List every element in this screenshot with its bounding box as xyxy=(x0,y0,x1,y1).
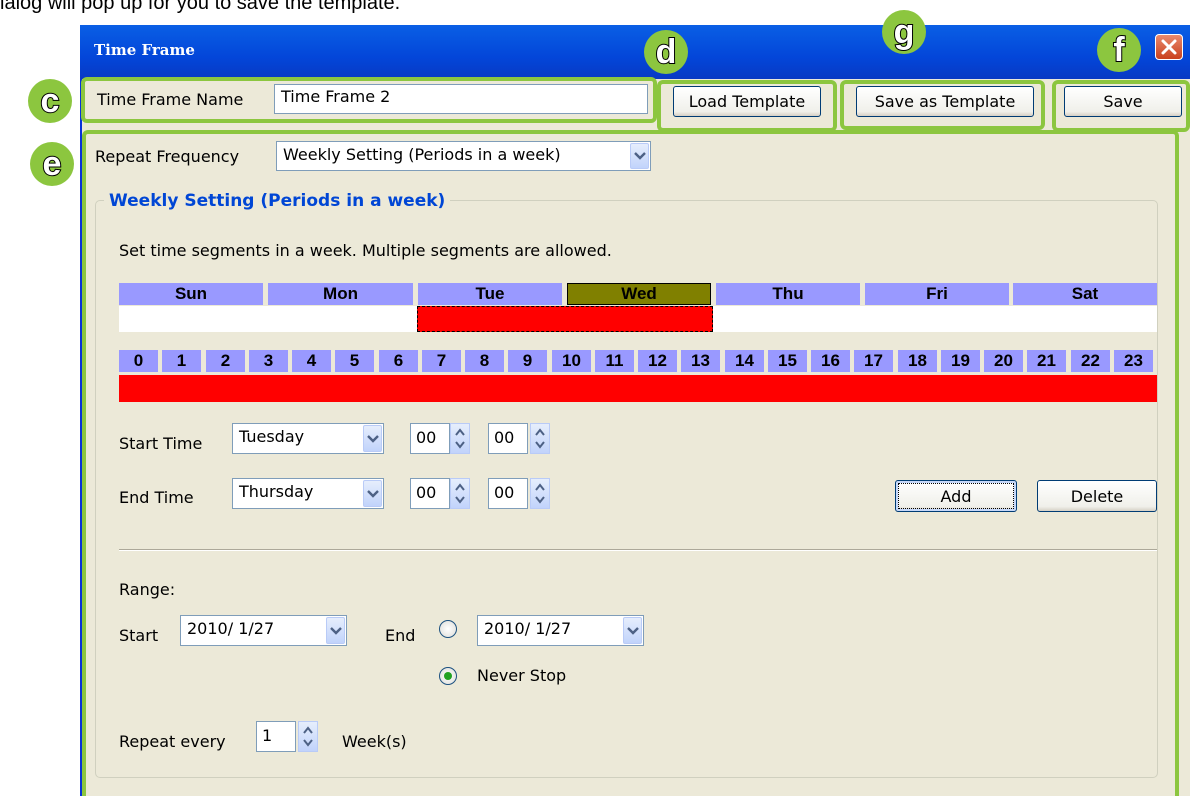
day-header-tue: Tue xyxy=(418,283,562,305)
day-header-sat: Sat xyxy=(1013,283,1157,305)
hour-header-16: 16 xyxy=(811,350,850,372)
range-start-label: Start xyxy=(119,626,159,645)
range-end-date-value: 2010/ 1/27 xyxy=(484,619,572,638)
time-frame-name-label: Time Frame Name xyxy=(97,90,244,109)
end-day-select[interactable]: Thursday xyxy=(232,478,384,509)
day-header-fri: Fri xyxy=(865,283,1009,305)
selected-time-segment[interactable] xyxy=(417,306,713,332)
range-end-date-radio[interactable] xyxy=(439,620,457,638)
end-day-value: Thursday xyxy=(239,482,314,501)
end-minute-spinner[interactable] xyxy=(530,478,550,509)
hour-header-3: 3 xyxy=(249,350,288,372)
close-button[interactable] xyxy=(1155,34,1183,60)
hour-header-17: 17 xyxy=(854,350,893,372)
end-hour-input[interactable]: 00 xyxy=(410,478,450,509)
start-day-select[interactable]: Tuesday xyxy=(232,423,384,454)
hour-header-5: 5 xyxy=(335,350,374,372)
time-frame-name-input[interactable]: Time Frame 2 xyxy=(274,84,648,114)
annotation-badge-d: d xyxy=(644,30,688,74)
hour-header-4: 4 xyxy=(292,350,331,372)
hour-header-11: 11 xyxy=(595,350,634,372)
range-end-date-picker[interactable]: 2010/ 1/27 xyxy=(477,615,644,646)
hour-header-23: 23 xyxy=(1114,350,1153,372)
end-time-label: End Time xyxy=(119,488,194,507)
chevron-down-icon[interactable] xyxy=(326,617,345,644)
window-title: Time Frame xyxy=(94,41,195,59)
hour-segment-track[interactable] xyxy=(119,375,1157,402)
never-stop-label: Never Stop xyxy=(477,666,567,685)
section-divider xyxy=(119,549,1157,551)
never-stop-radio[interactable] xyxy=(439,667,457,685)
day-header-mon: Mon xyxy=(268,283,413,305)
hour-header-20: 20 xyxy=(984,350,1023,372)
save-as-template-button[interactable]: Save as Template xyxy=(856,86,1034,117)
start-minute-spinner[interactable] xyxy=(530,423,550,454)
repeat-every-unit: Week(s) xyxy=(342,732,407,751)
chevron-down-icon[interactable] xyxy=(630,143,649,169)
hour-header-19: 19 xyxy=(941,350,980,372)
repeat-frequency-select[interactable]: Weekly Setting (Periods in a week) xyxy=(276,141,651,171)
radio-dot-icon xyxy=(444,672,452,680)
hour-header-18: 18 xyxy=(898,350,937,372)
day-header-thu: Thu xyxy=(716,283,860,305)
weekly-instruction: Set time segments in a week. Multiple se… xyxy=(119,241,612,260)
repeat-frequency-label: Repeat Frequency xyxy=(95,147,240,166)
save-button[interactable]: Save xyxy=(1064,86,1182,117)
repeat-every-label: Repeat every xyxy=(119,732,226,751)
annotation-badge-f: f xyxy=(1097,28,1141,72)
end-hour-spinner[interactable] xyxy=(450,478,470,509)
start-day-value: Tuesday xyxy=(239,427,305,446)
range-start-date-value: 2010/ 1/27 xyxy=(187,619,275,638)
repeat-every-input[interactable]: 1 xyxy=(256,721,296,752)
start-hour-spinner[interactable] xyxy=(450,423,470,454)
hour-header-13: 13 xyxy=(681,350,720,372)
day-header-sun: Sun xyxy=(119,283,263,305)
delete-button[interactable]: Delete xyxy=(1037,480,1157,512)
hour-header-14: 14 xyxy=(725,350,764,372)
hour-header-9: 9 xyxy=(508,350,547,372)
hour-header-15: 15 xyxy=(768,350,807,372)
end-minute-input[interactable]: 00 xyxy=(488,478,528,509)
hour-header-10: 10 xyxy=(552,350,591,372)
hour-header-7: 7 xyxy=(422,350,461,372)
load-template-button[interactable]: Load Template xyxy=(673,86,821,117)
repeat-every-spinner[interactable] xyxy=(298,721,318,752)
day-header-wed: Wed xyxy=(567,283,711,305)
hour-header-2: 2 xyxy=(206,350,245,372)
start-hour-input[interactable]: 00 xyxy=(410,423,450,454)
range-start-date-picker[interactable]: 2010/ 1/27 xyxy=(180,615,347,646)
hour-header-22: 22 xyxy=(1071,350,1110,372)
hour-header-6: 6 xyxy=(379,350,418,372)
annotation-badge-e: e xyxy=(30,142,74,186)
repeat-frequency-value: Weekly Setting (Periods in a week) xyxy=(283,145,561,164)
chevron-down-icon[interactable] xyxy=(363,480,382,507)
weekly-setting-title: Weekly Setting (Periods in a week) xyxy=(104,191,451,211)
add-button[interactable]: Add xyxy=(895,480,1017,512)
window-titlebar[interactable] xyxy=(80,25,1190,79)
annotation-badge-g: g xyxy=(882,10,926,54)
range-label: Range: xyxy=(119,580,176,599)
hour-header-0: 0 xyxy=(119,350,158,372)
hour-header-1: 1 xyxy=(162,350,201,372)
range-end-label: End xyxy=(385,626,416,645)
start-time-label: Start Time xyxy=(119,434,203,453)
hour-header-21: 21 xyxy=(1027,350,1066,372)
start-minute-input[interactable]: 00 xyxy=(488,423,528,454)
hour-header-8: 8 xyxy=(465,350,504,372)
hour-header-12: 12 xyxy=(638,350,677,372)
chevron-down-icon[interactable] xyxy=(363,425,382,452)
caption-text: ialog will pop up for you to save the te… xyxy=(0,0,401,14)
chevron-down-icon[interactable] xyxy=(623,617,642,644)
annotation-badge-c: c xyxy=(28,79,72,123)
close-icon xyxy=(1161,39,1177,55)
